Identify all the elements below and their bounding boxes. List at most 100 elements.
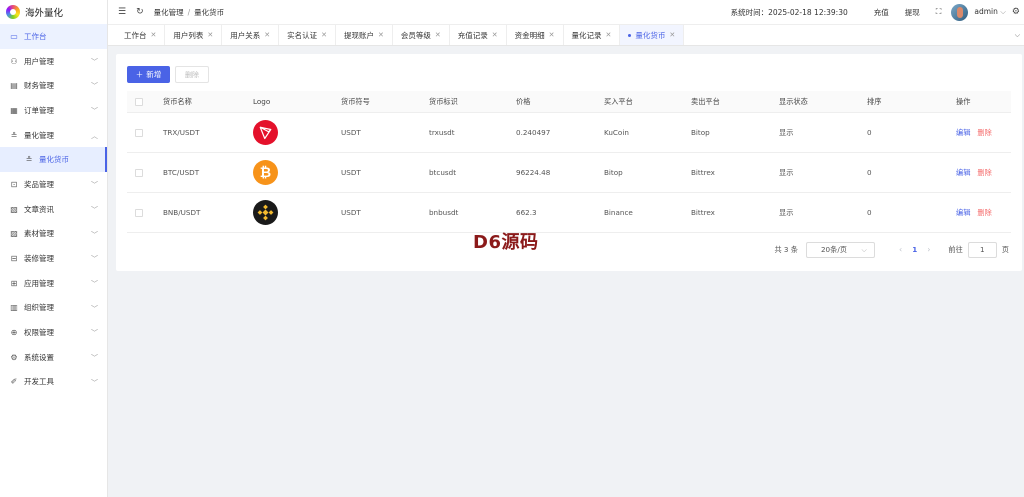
tab[interactable]: 资金明细 ✕ xyxy=(507,25,564,45)
sidebar-item[interactable]: ▥ 组织管理 ﹀ xyxy=(0,296,107,321)
fullscreen-icon[interactable]: ⛶ xyxy=(936,7,942,17)
sidebar-item-label: 文章资讯 xyxy=(24,204,54,214)
order-icon: ▦ xyxy=(10,105,18,115)
chevron-down-icon: ﹀ xyxy=(91,378,98,387)
edit-button[interactable]: 编辑 xyxy=(956,208,970,218)
sidebar-item[interactable]: ▧ 文章资讯 ﹀ xyxy=(0,197,107,222)
breadcrumb-item: 量化货币 xyxy=(194,7,225,17)
delete-button[interactable]: 删除 xyxy=(977,208,991,218)
tab[interactable]: 用户关系 ✕ xyxy=(222,25,280,45)
select-all-checkbox[interactable] xyxy=(135,97,143,106)
close-icon[interactable]: ✕ xyxy=(207,31,213,39)
breadcrumb-separator: / xyxy=(187,7,191,17)
sidebar-item[interactable]: ▭ 工作台 xyxy=(0,24,107,49)
cell-code: trxusdt xyxy=(429,128,455,137)
tab-label: 实名认证 xyxy=(287,30,318,40)
table-body: TRX/USDT USDT trxusdt 0.240497 KuCoin Bitop 显示… xyxy=(127,113,1011,233)
column-header: 货币名称 xyxy=(163,96,192,106)
tab[interactable]: 提现账户 ✕ xyxy=(336,25,393,45)
close-icon[interactable]: ✕ xyxy=(606,31,612,39)
close-icon[interactable]: ✕ xyxy=(435,31,441,39)
sidebar-item[interactable]: ▨ 素材管理 ﹀ xyxy=(0,222,107,247)
refresh-icon[interactable]: ↻ xyxy=(136,7,144,17)
column-header: 货币标识 xyxy=(429,96,458,106)
recharge-link[interactable]: 充值 xyxy=(874,7,889,18)
close-icon[interactable]: ✕ xyxy=(378,31,384,39)
active-dot-icon xyxy=(628,33,632,37)
chevron-down-icon: ﹀ xyxy=(91,107,98,116)
sidebar-item-label: 权限管理 xyxy=(24,328,54,338)
table-row: BTC/USDT ₿ USDT btcusdt 96224.48 Bitop Bittrex… xyxy=(127,153,1011,193)
edit-button[interactable]: 编辑 xyxy=(956,168,970,178)
edit-button[interactable]: 编辑 xyxy=(956,128,970,138)
user-name[interactable]: admin ⌵ xyxy=(974,7,1006,17)
sidebar-item[interactable]: ⊞ 应用管理 ﹀ xyxy=(0,271,107,296)
delete-button[interactable]: 删除 xyxy=(977,128,991,138)
delete-button[interactable]: 删除 xyxy=(977,168,991,178)
breadcrumb-item[interactable]: 量化管理 xyxy=(154,7,184,18)
sidebar-item-label: 开发工具 xyxy=(24,377,54,387)
table-header: 货币名称 Logo 货币符号 货币标识 价格 买入平台 卖出平台 显示状态 排序 操作 xyxy=(127,91,1011,113)
row-checkbox[interactable] xyxy=(135,168,143,177)
sidebar-item[interactable]: ≗ 量化货币 xyxy=(0,147,107,173)
close-icon[interactable]: ✕ xyxy=(264,31,270,39)
tab[interactable]: 量化货币 ✕ xyxy=(620,25,685,45)
org-icon: ▥ xyxy=(10,303,18,313)
gear-icon[interactable]: ⚙ xyxy=(1012,7,1020,17)
quant-icon: ≗ xyxy=(10,130,18,140)
tab-label: 会员等级 xyxy=(400,30,431,40)
column-header: 价格 xyxy=(516,96,531,106)
tab[interactable]: 用户列表 ✕ xyxy=(165,25,223,45)
add-button-label: 新增 xyxy=(146,70,162,79)
menu-toggle-icon[interactable]: ☰ xyxy=(118,7,126,17)
close-icon[interactable]: ✕ xyxy=(669,31,675,39)
chevron-down-icon: ﹀ xyxy=(91,353,98,362)
sidebar-item[interactable]: ▤ 财务管理 ﹀ xyxy=(0,73,107,98)
sidebar-item[interactable]: ≗ 量化管理 ︿ xyxy=(0,123,107,148)
page-number[interactable]: 1 xyxy=(912,245,917,254)
cell-status: 显示 xyxy=(779,167,794,177)
column-header: 操作 xyxy=(956,96,971,106)
tab[interactable]: 量化记录 ✕ xyxy=(564,25,621,45)
next-page-icon[interactable]: › xyxy=(927,245,930,254)
prev-page-icon[interactable]: ‹ xyxy=(899,245,902,254)
batch-delete-button[interactable]: 删除 xyxy=(175,66,209,83)
watermark: D6源码 xyxy=(473,232,539,253)
tab[interactable]: 工作台 ✕ xyxy=(116,25,166,45)
sidebar-item[interactable]: ✐ 开发工具 ﹀ xyxy=(0,370,107,395)
tab[interactable]: 实名认证 ✕ xyxy=(279,25,336,45)
avatar[interactable] xyxy=(951,3,969,21)
close-icon[interactable]: ✕ xyxy=(151,31,157,39)
cell-status: 显示 xyxy=(779,127,794,137)
sidebar-item[interactable]: ⚙ 系统设置 ﹀ xyxy=(0,345,107,370)
row-checkbox[interactable] xyxy=(135,208,143,217)
sidebar-item[interactable]: ⊕ 权限管理 ﹀ xyxy=(0,320,107,345)
app-logo[interactable]: 海外量化 xyxy=(0,0,107,24)
row-checkbox[interactable] xyxy=(135,128,143,137)
sidebar-item-label: 量化货币 xyxy=(39,155,69,165)
tron-logo-icon xyxy=(253,120,278,145)
cell-price: 0.240497 xyxy=(516,128,551,137)
chevron-down-icon: ⌵ xyxy=(1000,7,1006,16)
logo-cell: ₿ xyxy=(253,153,278,192)
tab[interactable]: 充值记录 ✕ xyxy=(450,25,507,45)
sidebar-item-label: 系统设置 xyxy=(24,352,54,362)
close-icon[interactable]: ✕ xyxy=(549,31,555,39)
sidebar-item[interactable]: ⚇ 用户管理 ﹀ xyxy=(0,49,107,74)
sidebar-item[interactable]: ⊟ 装修管理 ﹀ xyxy=(0,246,107,271)
tab[interactable]: 会员等级 ✕ xyxy=(393,25,450,45)
user-icon: ⚇ xyxy=(10,56,18,66)
chevron-down-icon: ﹀ xyxy=(91,304,98,313)
close-icon[interactable]: ✕ xyxy=(492,31,498,39)
close-icon[interactable]: ✕ xyxy=(321,31,327,39)
chevron-up-icon: ︿ xyxy=(91,131,98,140)
page-size-select[interactable]: 20条/页 ⌵ xyxy=(805,241,875,258)
add-button[interactable]: ＋ 新增 xyxy=(127,66,170,83)
sidebar-item[interactable]: ▦ 订单管理 ﹀ xyxy=(0,98,107,123)
sidebar-item[interactable]: ⊡ 奖品管理 ﹀ xyxy=(0,172,107,197)
goto-page-input[interactable]: 1 xyxy=(967,241,997,258)
withdraw-link[interactable]: 提现 xyxy=(905,7,920,18)
sidebar-menu: ▭ 工作台 ⚇ 用户管理 ﹀ ▤ 财务管理 ﹀ ▦ 订单管理 ﹀ ≗ 量化管理 ︿ ≗ 量化货币 ⊡ 奖品管理 ﹀ ▧… xyxy=(0,24,107,394)
chevron-down-icon[interactable]: ⌵ xyxy=(1015,31,1020,40)
column-header: Logo xyxy=(253,97,271,106)
